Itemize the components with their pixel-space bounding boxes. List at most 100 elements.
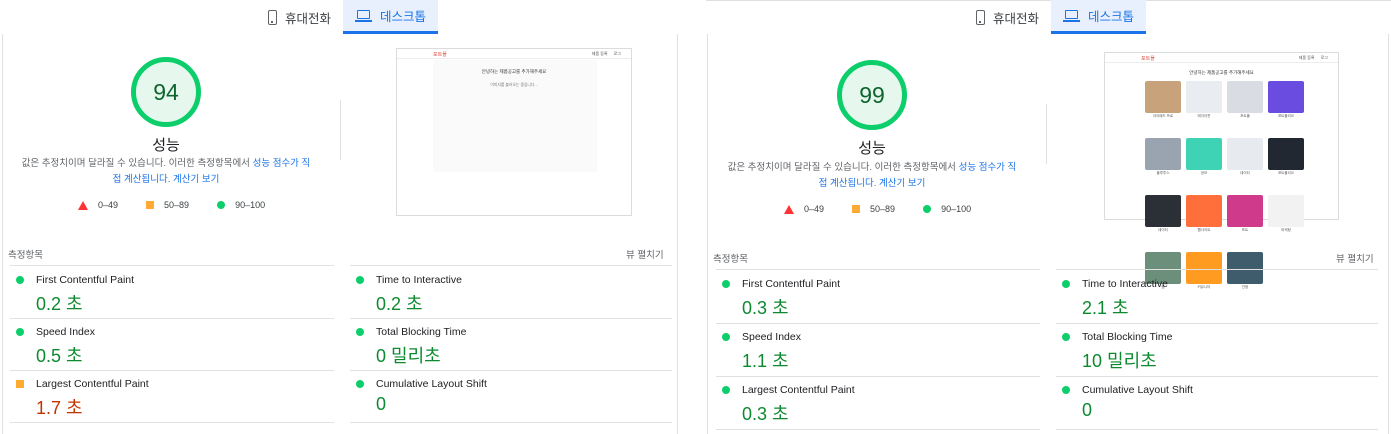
metric-tbt: Total Blocking Time 10 밀리초: [1056, 323, 1376, 375]
metrics-section-label: 측정항목: [8, 250, 43, 261]
right-device-tabs: 휴대전화 데스크톱: [964, 0, 1147, 34]
metric-lcp-value: 0.3 초: [742, 404, 789, 424]
screenshot-header: 포트폴 제품 등록 로그: [397, 49, 631, 59]
fail-triangle-icon: [784, 204, 794, 214]
expand-view-toggle[interactable]: 뷰 펼치기: [626, 247, 664, 261]
metric-lcp: Largest Contentful Paint 1.7 초: [10, 370, 330, 422]
screenshot-thumbnail: [1186, 138, 1222, 170]
tab-mobile-label: 휴대전화: [993, 11, 1040, 26]
average-square-icon: [16, 380, 24, 388]
average-square-icon: [852, 205, 861, 213]
metric-cls: Cumulative Layout Shift 0: [1056, 376, 1376, 428]
screenshot-nav: 제품 등록 로그: [1298, 55, 1328, 60]
screenshot-thumbnail-caption: 블루투스: [1156, 171, 1170, 175]
metric-fcp: First Contentful Paint 0.2 초: [10, 266, 330, 318]
metric-tbt: Total Blocking Time 0 밀리초: [350, 318, 670, 370]
screenshot-thumbnail: [1268, 81, 1304, 113]
metric-fcp-value: 0.3 초: [742, 298, 789, 318]
screenshot-thumbnail-caption: 데이터: [1240, 171, 1250, 175]
performance-score: 94: [153, 78, 179, 105]
metric-lcp-value: 1.7 초: [36, 398, 83, 418]
metric-tti-value: 0.2 초: [376, 294, 423, 314]
metric-cls-value: 0: [376, 394, 387, 414]
screenshot-nav: 제품 등록 로그: [591, 51, 621, 56]
screenshot-thumbnail-caption: 포트: [1241, 228, 1249, 232]
pass-circle-icon: [356, 328, 364, 336]
tab-mobile[interactable]: 휴대전화: [964, 0, 1051, 34]
final-screenshot[interactable]: 포트폴 제품 등록 로그 안녕하는 제품공고를 추가해주세요 아이패드 프로 레이아…: [1104, 52, 1339, 289]
screenshot-thumbnail: [1145, 81, 1181, 113]
screenshot-thumbnail: [1268, 195, 1304, 227]
phone-icon: [976, 9, 985, 25]
left-device-tabs: 휴대전화 데스크톱: [256, 0, 439, 34]
performance-score: 99: [859, 81, 885, 108]
screenshot-thumbnail-caption: 포트폴리오: [1277, 171, 1295, 175]
pass-circle-icon: [217, 201, 226, 209]
screenshot-thumbnail-caption: 포트폴리오: [1277, 114, 1295, 118]
metric-speed-index: Speed Index 0.5 초: [10, 318, 330, 370]
score-calc-link[interactable]: 성능 점수가 직: [253, 158, 311, 169]
pass-circle-icon: [1062, 333, 1070, 341]
metric-speed-index: Speed Index 1.1 초: [716, 323, 1036, 375]
left-report-panel: 휴대전화 데스크톱 94 성능 값은 추정치이며 달라질 수 있습니다. 이러한…: [0, 0, 700, 434]
pass-circle-icon: [1062, 386, 1070, 394]
screenshot-thumbnail: [1227, 195, 1263, 227]
vertical-separator: [1046, 104, 1047, 164]
tab-desktop[interactable]: 데스크톱: [1051, 0, 1147, 34]
metric-fcp: First Contentful Paint 0.3 초: [716, 270, 1036, 322]
screenshot-title: 안녕하는 제품공고를 추가해주세요: [481, 69, 547, 74]
screenshot-thumbnail: [1227, 81, 1263, 113]
right-report-panel: 휴대전화 데스크톱 99 성능 값은 추정치이며 달라질 수 있습니다. 이러한…: [706, 0, 1391, 434]
performance-label: 성능: [858, 140, 886, 157]
final-screenshot[interactable]: 포트폴 제품 등록 로그 안녕하는 제품공고를 추가해주세요 이미지를 불러오는 …: [396, 48, 632, 216]
tab-mobile-label: 휴대전화: [285, 11, 332, 26]
pass-circle-icon: [923, 205, 932, 213]
screenshot-thumbnail: [1186, 81, 1222, 113]
metric-tbt-value: 10 밀리초: [1082, 351, 1157, 371]
metric-tti: Time to Interactive 2.1 초: [1056, 270, 1376, 322]
vertical-separator: [340, 100, 341, 160]
metric-lcp: Largest Contentful Paint 0.3 초: [716, 376, 1036, 428]
screenshot-loading-text: 이미지를 불러오는 중입니다...: [490, 83, 538, 87]
tab-desktop[interactable]: 데스크톱: [343, 0, 439, 34]
calculator-link[interactable]: 계산기 보기: [173, 174, 219, 185]
score-calc-link-cont[interactable]: 접 계산됩니다: [819, 178, 874, 189]
pass-circle-icon: [722, 333, 730, 341]
screenshot-thumbnail-caption: 포트폴: [1240, 114, 1250, 118]
score-calc-link[interactable]: 성능 점수가 직: [959, 162, 1017, 173]
performance-description: 값은 추정치이며 달라질 수 있습니다. 이러한 측정항목에서 성능 점수가 직…: [727, 162, 1017, 189]
pass-circle-icon: [722, 280, 730, 288]
laptop-icon: [355, 9, 373, 22]
screenshot-thumbnail-caption: 데이터: [1158, 228, 1168, 232]
metric-tti-value: 2.1 초: [1082, 298, 1129, 318]
metric-cls-value: 0: [1082, 400, 1093, 420]
score-legend: 0–49 50–89 90–100: [78, 200, 293, 210]
tab-mobile[interactable]: 휴대전화: [256, 0, 343, 34]
pass-circle-icon: [356, 276, 364, 284]
metric-si-value: 1.1 초: [742, 351, 789, 371]
screenshot-thumbnail-caption: 아이패드 프로: [1152, 114, 1174, 118]
screenshot-thumbnail-caption: 레이아웃: [1197, 114, 1211, 118]
performance-gauge: 99: [837, 60, 907, 130]
expand-view-toggle[interactable]: 뷰 펼치기: [1336, 251, 1374, 265]
metric-tti: Time to Interactive 0.2 초: [350, 266, 670, 318]
calculator-link[interactable]: 계산기 보기: [879, 178, 925, 189]
laptop-icon: [1063, 9, 1081, 22]
metric-fcp-value: 0.2 초: [36, 294, 83, 314]
screenshot-thumbnail-caption: 마케팅: [1281, 228, 1291, 232]
tab-desktop-label: 데스크톱: [1088, 10, 1135, 24]
metric-cls: Cumulative Layout Shift 0: [350, 370, 670, 422]
performance-label: 성능: [152, 137, 180, 154]
screenshot-thumbnail: [1268, 138, 1304, 170]
screenshot-body: [433, 60, 597, 172]
screenshot-logo: 포트폴: [433, 52, 447, 58]
screenshot-thumbnail-caption: 공모: [1200, 171, 1208, 175]
pass-circle-icon: [16, 276, 24, 284]
screenshot-thumbnail-caption: 웹사이트: [1197, 228, 1211, 232]
performance-description: 값은 추정치이며 달라질 수 있습니다. 이러한 측정항목에서 성능 점수가 직…: [21, 158, 311, 185]
pass-circle-icon: [356, 380, 364, 388]
screenshot-thumbnail: [1227, 138, 1263, 170]
score-calc-link-cont[interactable]: 접 계산됩니다: [113, 174, 168, 185]
metric-si-value: 0.5 초: [36, 346, 83, 366]
tab-desktop-label: 데스크톱: [380, 10, 427, 24]
